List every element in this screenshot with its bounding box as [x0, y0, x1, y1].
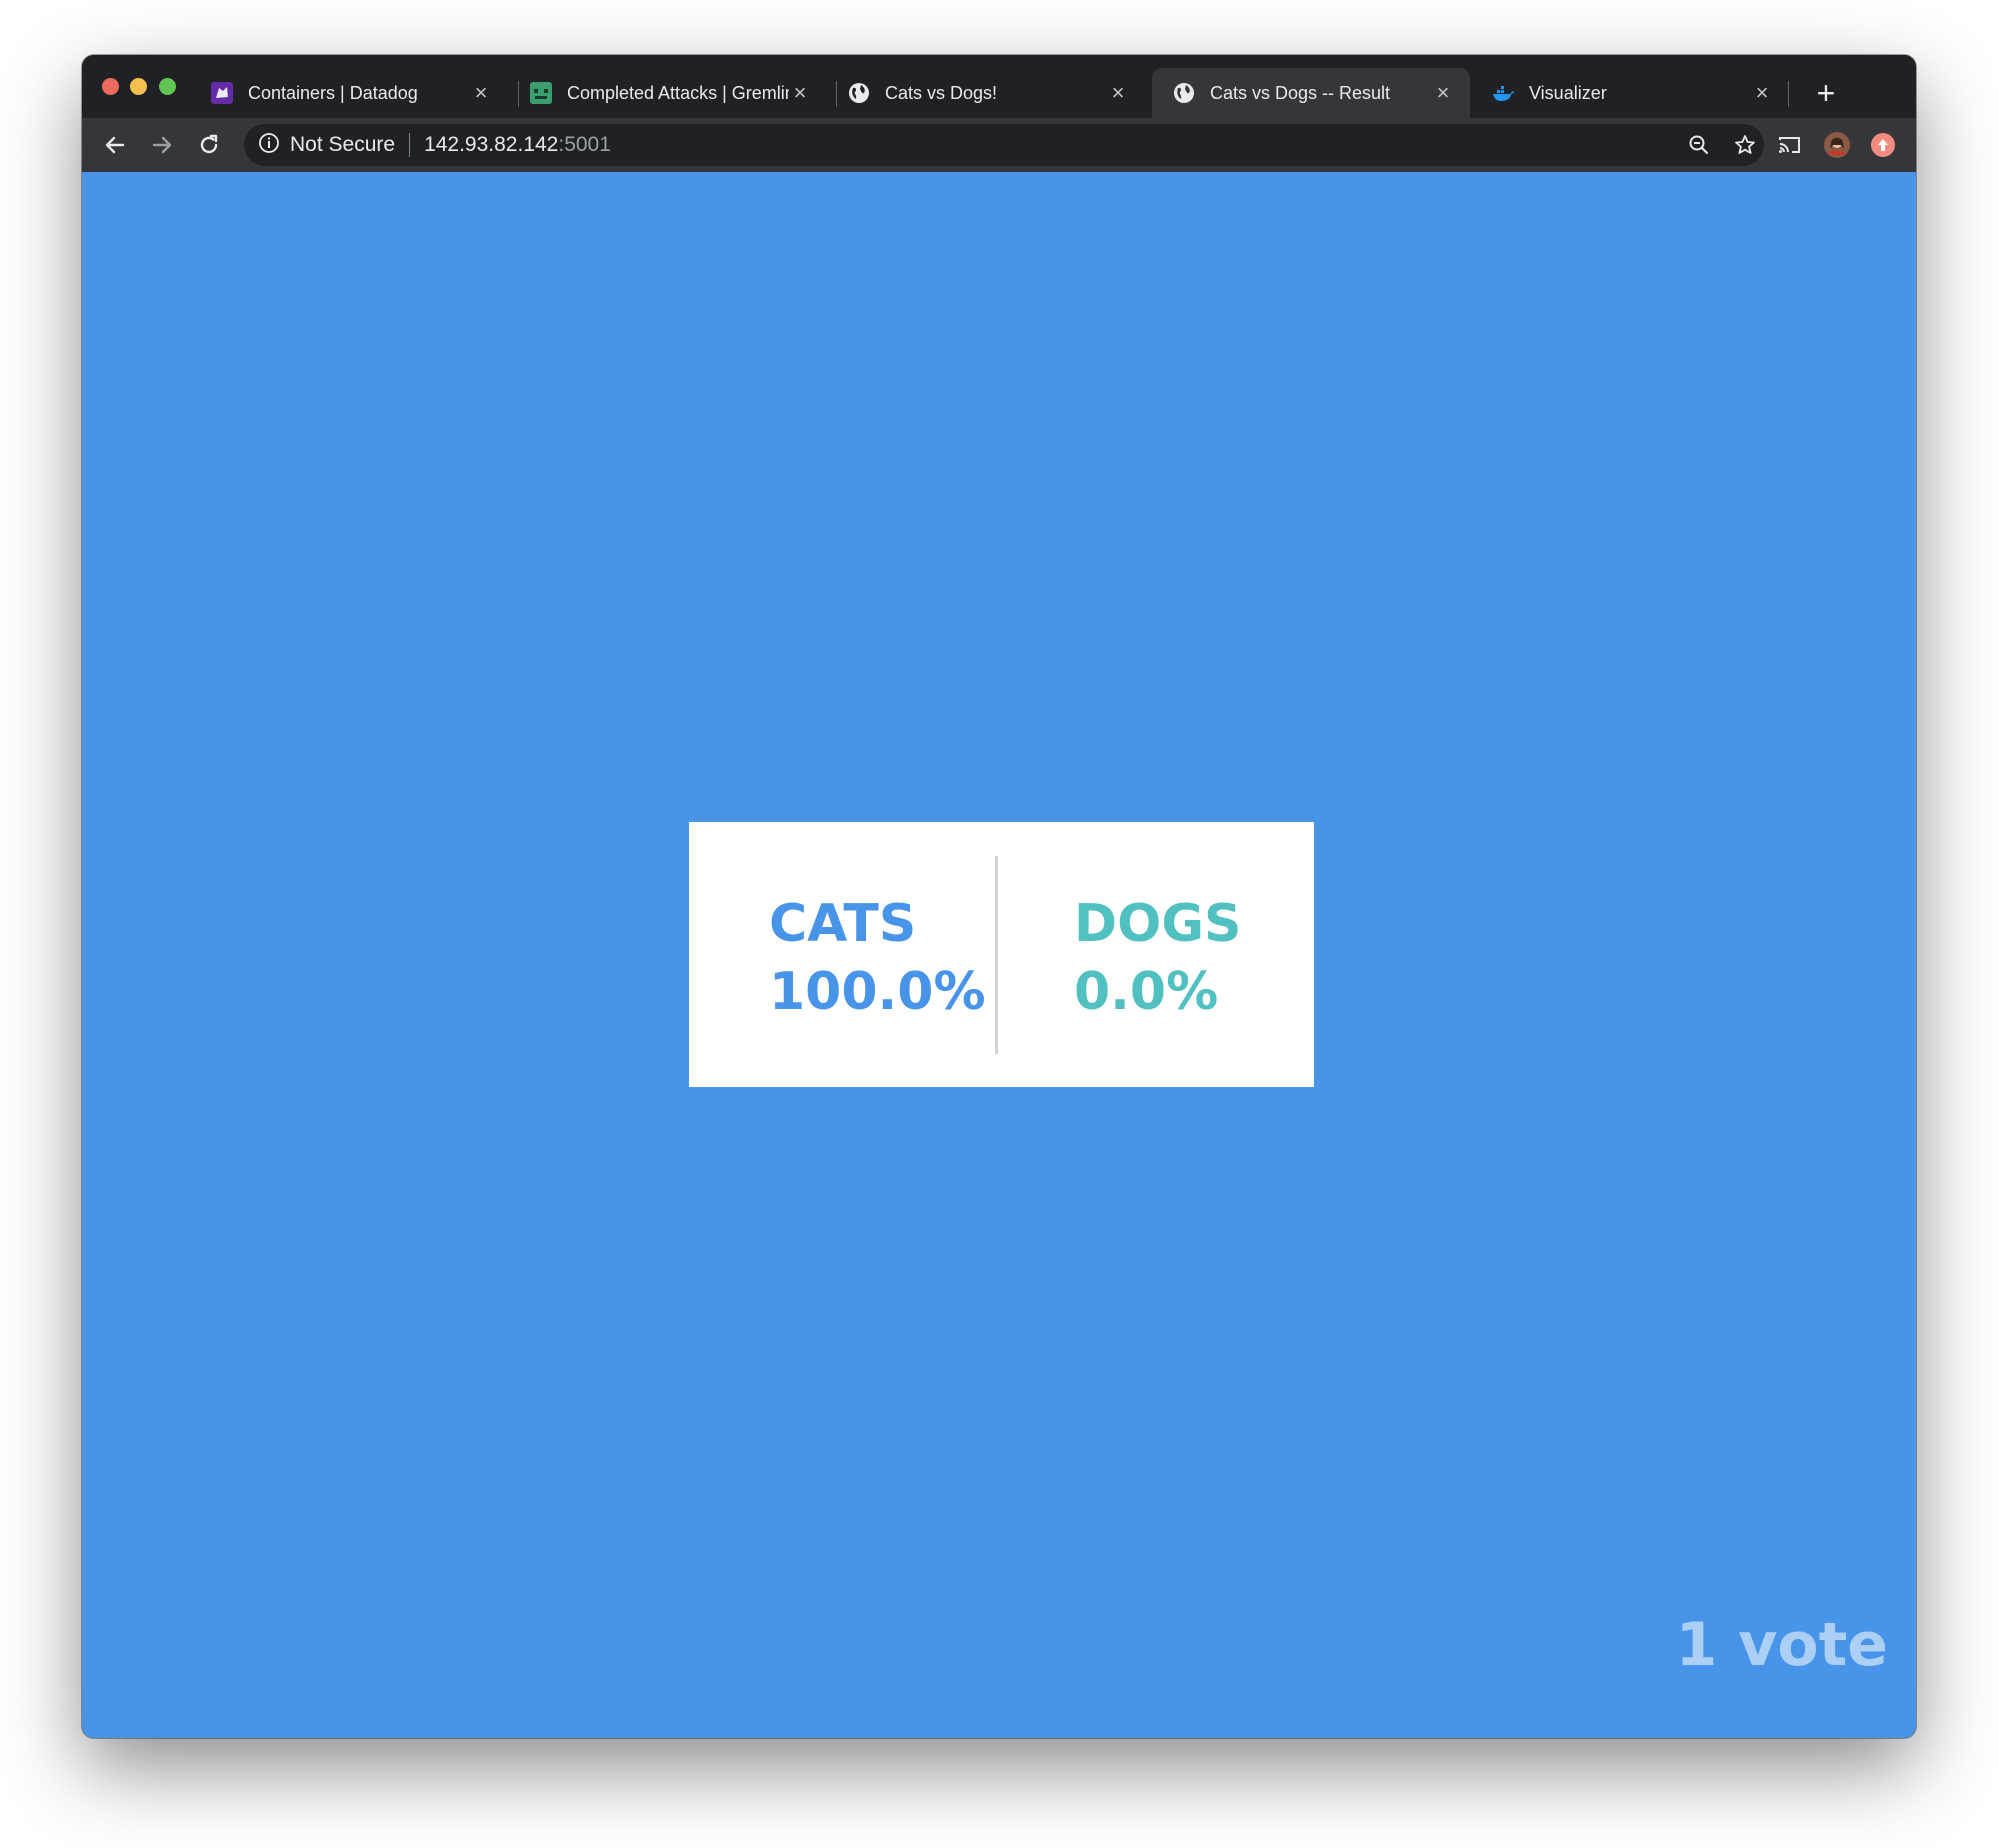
url-host: 142.93.82.142 [424, 133, 559, 156]
close-icon[interactable]: × [1107, 80, 1129, 106]
maximize-window-button[interactable] [159, 78, 176, 95]
forward-button[interactable] [145, 128, 179, 162]
bookmark-star-icon[interactable] [1726, 124, 1764, 166]
close-icon[interactable]: × [1751, 80, 1773, 106]
close-icon[interactable]: × [1432, 80, 1454, 106]
choice-percent: 100.0% [769, 962, 986, 1022]
address-bar[interactable]: Not Secure 142.93.82.142 :5001 [244, 124, 1764, 166]
close-icon[interactable]: × [470, 80, 492, 106]
address-divider [409, 133, 411, 157]
globe-icon [847, 81, 871, 105]
tab-title: Cats vs Dogs -- Result [1210, 82, 1391, 103]
browser-toolbar: Not Secure 142.93.82.142 :5001 [82, 118, 1916, 172]
info-icon[interactable] [258, 132, 280, 159]
arrow-left-icon [105, 136, 125, 154]
tab-title: Containers | Datadog [248, 82, 418, 103]
tab-strip: Containers | Datadog × Completed Attacks… [82, 55, 1916, 118]
tab-separator [1788, 81, 1789, 107]
reload-button[interactable] [192, 128, 226, 162]
choice-label: CATS [769, 894, 917, 954]
choice-percent: 0.0% [1074, 962, 1219, 1022]
close-window-button[interactable] [102, 78, 119, 95]
results-divider [995, 856, 998, 1054]
datadog-icon [210, 81, 234, 105]
arrow-right-icon [152, 136, 172, 154]
close-icon[interactable]: × [789, 80, 811, 106]
vote-count: 1 vote [1675, 1610, 1888, 1680]
back-button[interactable] [98, 128, 132, 162]
reload-icon [200, 134, 218, 154]
page-content: CATS 100.0% DOGS 0.0% 1 vote [82, 172, 1916, 1738]
choice-label: DOGS [1074, 894, 1242, 954]
profile-avatar[interactable] [1820, 128, 1854, 162]
cast-icon[interactable] [1773, 128, 1807, 162]
gremlin-icon [529, 81, 553, 105]
tab-title: Completed Attacks | Gremlin [567, 82, 789, 103]
tab-visualizer[interactable]: Visualizer × [1471, 68, 1789, 118]
tab-cats-vs-dogs[interactable]: Cats vs Dogs! × [827, 68, 1145, 118]
update-icon[interactable] [1866, 128, 1900, 162]
security-label[interactable]: Not Secure [290, 133, 395, 157]
browser-window: Containers | Datadog × Completed Attacks… [82, 55, 1916, 1738]
tab-title: Cats vs Dogs! [885, 82, 998, 103]
result-dogs: DOGS 0.0% [1074, 890, 1242, 1026]
tab-completed-attacks-gremlin[interactable]: Completed Attacks | Gremlin × [509, 68, 827, 118]
tab-cats-vs-dogs-result[interactable]: Cats vs Dogs -- Result × [1152, 68, 1470, 118]
url-port: :5001 [558, 133, 611, 156]
docker-icon [1491, 81, 1515, 105]
new-tab-button[interactable]: + [1808, 75, 1844, 111]
tab-title: Visualizer [1529, 82, 1607, 103]
minimize-window-button[interactable] [130, 78, 147, 95]
results-card: CATS 100.0% DOGS 0.0% [689, 822, 1314, 1087]
tab-containers-datadog[interactable]: Containers | Datadog × [190, 68, 508, 118]
globe-icon [1172, 81, 1196, 105]
zoom-icon[interactable] [1680, 124, 1718, 166]
result-cats: CATS 100.0% [769, 890, 986, 1026]
